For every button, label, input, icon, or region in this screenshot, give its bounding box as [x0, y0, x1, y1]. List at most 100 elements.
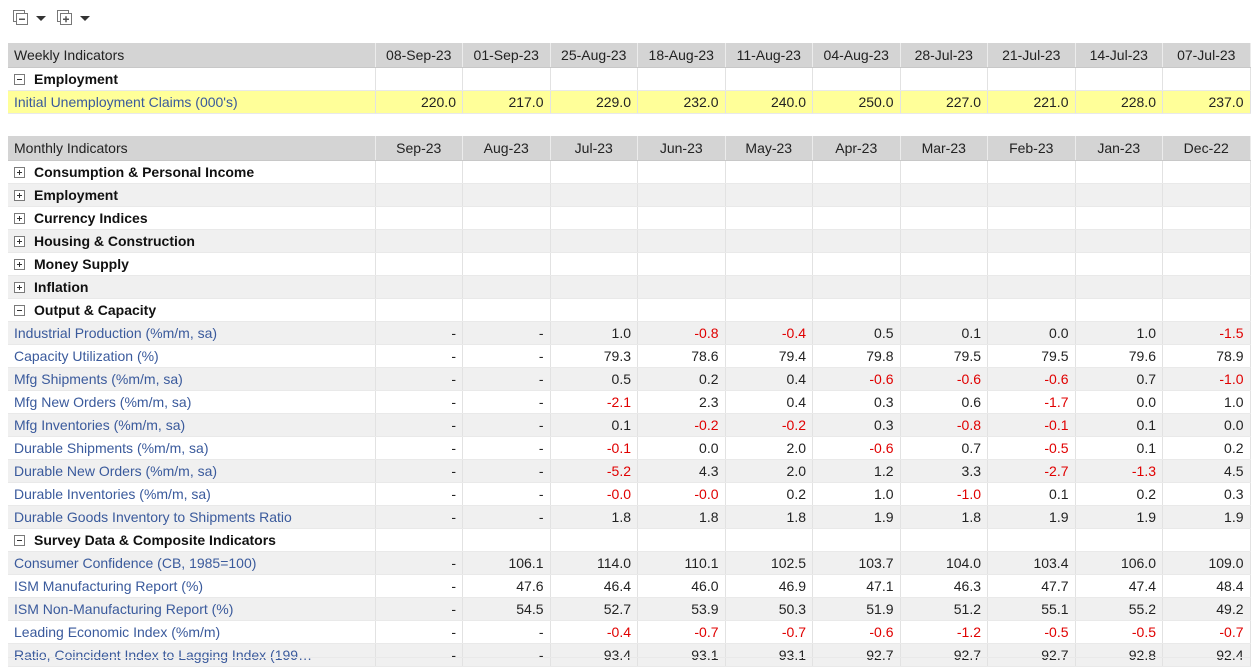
value-cell: 92.8: [1075, 643, 1163, 667]
value-cell: -0.0: [550, 482, 638, 506]
expand-toggle-icon[interactable]: [14, 259, 25, 270]
expand-all-icon: [56, 9, 74, 27]
empty-cell: [375, 183, 463, 207]
value-cell: 93.1: [637, 643, 726, 667]
column-header: Mar-23: [900, 136, 988, 161]
expand-toggle-icon[interactable]: [14, 190, 25, 201]
expand-toggle-icon[interactable]: [14, 213, 25, 224]
indicator-link[interactable]: Capacity Utilization (%): [8, 344, 376, 368]
indicator-link[interactable]: Mfg Shipments (%m/m, sa): [8, 367, 376, 391]
value-cell: -: [375, 551, 463, 575]
indicator-link[interactable]: Durable Shipments (%m/m, sa): [8, 436, 376, 460]
empty-cell: [812, 183, 901, 207]
column-header: 08-Sep-23: [375, 43, 463, 68]
empty-cell: [462, 298, 551, 322]
value-cell: -: [462, 367, 551, 391]
value-cell: -0.7: [1162, 620, 1251, 644]
value-cell: 1.9: [987, 505, 1076, 529]
table-row: Durable New Orders (%m/m, sa) - - -5.2 4.3 2.…: [8, 459, 1251, 483]
empty-cell: [812, 67, 901, 91]
collapse-all-button[interactable]: [12, 9, 46, 27]
indicator-link[interactable]: Mfg Inventories (%m/m, sa): [8, 413, 376, 437]
indicator-link[interactable]: ISM Manufacturing Report (%): [8, 574, 376, 598]
collapse-toggle-icon[interactable]: [14, 535, 25, 546]
category-row[interactable]: Money Supply: [8, 252, 1251, 276]
column-header: Dec-22: [1162, 136, 1251, 161]
value-cell: 78.9: [1162, 344, 1251, 368]
indicator-link[interactable]: Industrial Production (%m/m, sa): [8, 321, 376, 345]
value-cell: 114.0: [550, 551, 638, 575]
weekly-indicators-table: Weekly Indicators 08-Sep-23 01-Sep-23 25-A…: [8, 43, 1251, 114]
value-cell: 53.9: [637, 597, 726, 621]
category-row[interactable]: Currency Indices: [8, 206, 1251, 230]
category-row[interactable]: Inflation: [8, 275, 1251, 299]
category-label[interactable]: Currency Indices: [8, 206, 376, 230]
value-cell: -1.2: [900, 620, 988, 644]
empty-cell: [900, 528, 988, 552]
empty-cell: [987, 206, 1076, 230]
value-cell: 0.7: [900, 436, 988, 460]
indicator-link[interactable]: Initial Unemployment Claims (000's): [8, 90, 376, 114]
empty-cell: [637, 229, 726, 253]
table-row: Durable Inventories (%m/m, sa) - - -0.0 -0.0…: [8, 482, 1251, 506]
category-label[interactable]: Money Supply: [8, 252, 376, 276]
expand-toggle-icon[interactable]: [14, 236, 25, 247]
empty-cell: [637, 298, 726, 322]
value-cell: 93.1: [725, 643, 813, 667]
table-row: Mfg Inventories (%m/m, sa) - -0.1 -0.2 -0.2 0…: [8, 413, 1251, 437]
indicator-link[interactable]: Mfg New Orders (%m/m, sa): [8, 390, 376, 414]
indicator-link[interactable]: Durable Goods Inventory to Shipments Rat…: [8, 505, 376, 529]
indicator-link[interactable]: Leading Economic Index (%m/m): [8, 620, 376, 644]
indicator-link[interactable]: ISM Non-Manufacturing Report (%): [8, 597, 376, 621]
value-cell: -1.3: [1075, 459, 1163, 483]
empty-cell: [812, 206, 901, 230]
empty-cell: [637, 275, 726, 299]
value-cell: -: [375, 413, 463, 437]
collapse-all-icon: [12, 9, 30, 27]
empty-cell: [987, 528, 1076, 552]
value-cell: 228.0: [1075, 90, 1163, 114]
value-cell: 1.0: [1075, 321, 1163, 345]
category-row[interactable]: Output & Capacity: [8, 298, 1251, 322]
value-cell: 2.0: [725, 459, 813, 483]
empty-cell: [1162, 229, 1251, 253]
value-cell: -0.6: [812, 367, 901, 391]
expand-all-button[interactable]: [56, 9, 90, 27]
empty-cell: [375, 275, 463, 299]
category-row[interactable]: Employment: [8, 67, 1251, 91]
category-row[interactable]: Employment: [8, 183, 1251, 207]
table-row: Durable Shipments (%m/m, sa) - - -0.1 0.0 2.0…: [8, 436, 1251, 460]
toolbar: [12, 8, 100, 28]
category-label[interactable]: Housing & Construction: [8, 229, 376, 253]
indicator-link[interactable]: Consumer Confidence (CB, 1985=100): [8, 551, 376, 575]
value-cell: 1.8: [725, 505, 813, 529]
value-cell: 79.4: [725, 344, 813, 368]
category-label[interactable]: Consumption & Personal Income: [8, 160, 376, 184]
column-header: Jul-23: [550, 136, 638, 161]
category-label[interactable]: Survey Data & Composite Indicators: [8, 528, 376, 552]
value-cell: -0.6: [812, 620, 901, 644]
category-label[interactable]: Output & Capacity: [8, 298, 376, 322]
table-row: Capacity Utilization (%) - -79.3 78.6 79.4 79…: [8, 344, 1251, 368]
value-cell: -: [462, 643, 551, 667]
value-cell: 0.3: [812, 390, 901, 414]
value-cell: 1.8: [900, 505, 988, 529]
value-cell: 93.4: [550, 643, 638, 667]
value-cell: 0.5: [812, 321, 901, 345]
collapse-toggle-icon[interactable]: [14, 74, 25, 85]
category-label[interactable]: Employment: [8, 183, 376, 207]
value-cell: -0.1: [987, 413, 1076, 437]
value-cell: 79.3: [550, 344, 638, 368]
category-row[interactable]: Housing & Construction: [8, 229, 1251, 253]
collapse-toggle-icon[interactable]: [14, 305, 25, 316]
expand-toggle-icon[interactable]: [14, 282, 25, 293]
indicator-link[interactable]: Ratio, Coincident Index to Lagging Index…: [8, 643, 376, 667]
indicator-link[interactable]: Durable Inventories (%m/m, sa): [8, 482, 376, 506]
value-cell: 92.7: [987, 643, 1076, 667]
category-row[interactable]: Consumption & Personal Income: [8, 160, 1251, 184]
category-employment[interactable]: Employment: [8, 67, 376, 91]
category-label[interactable]: Inflation: [8, 275, 376, 299]
indicator-link[interactable]: Durable New Orders (%m/m, sa): [8, 459, 376, 483]
category-row[interactable]: Survey Data & Composite Indicators: [8, 528, 1251, 552]
expand-toggle-icon[interactable]: [14, 167, 25, 178]
